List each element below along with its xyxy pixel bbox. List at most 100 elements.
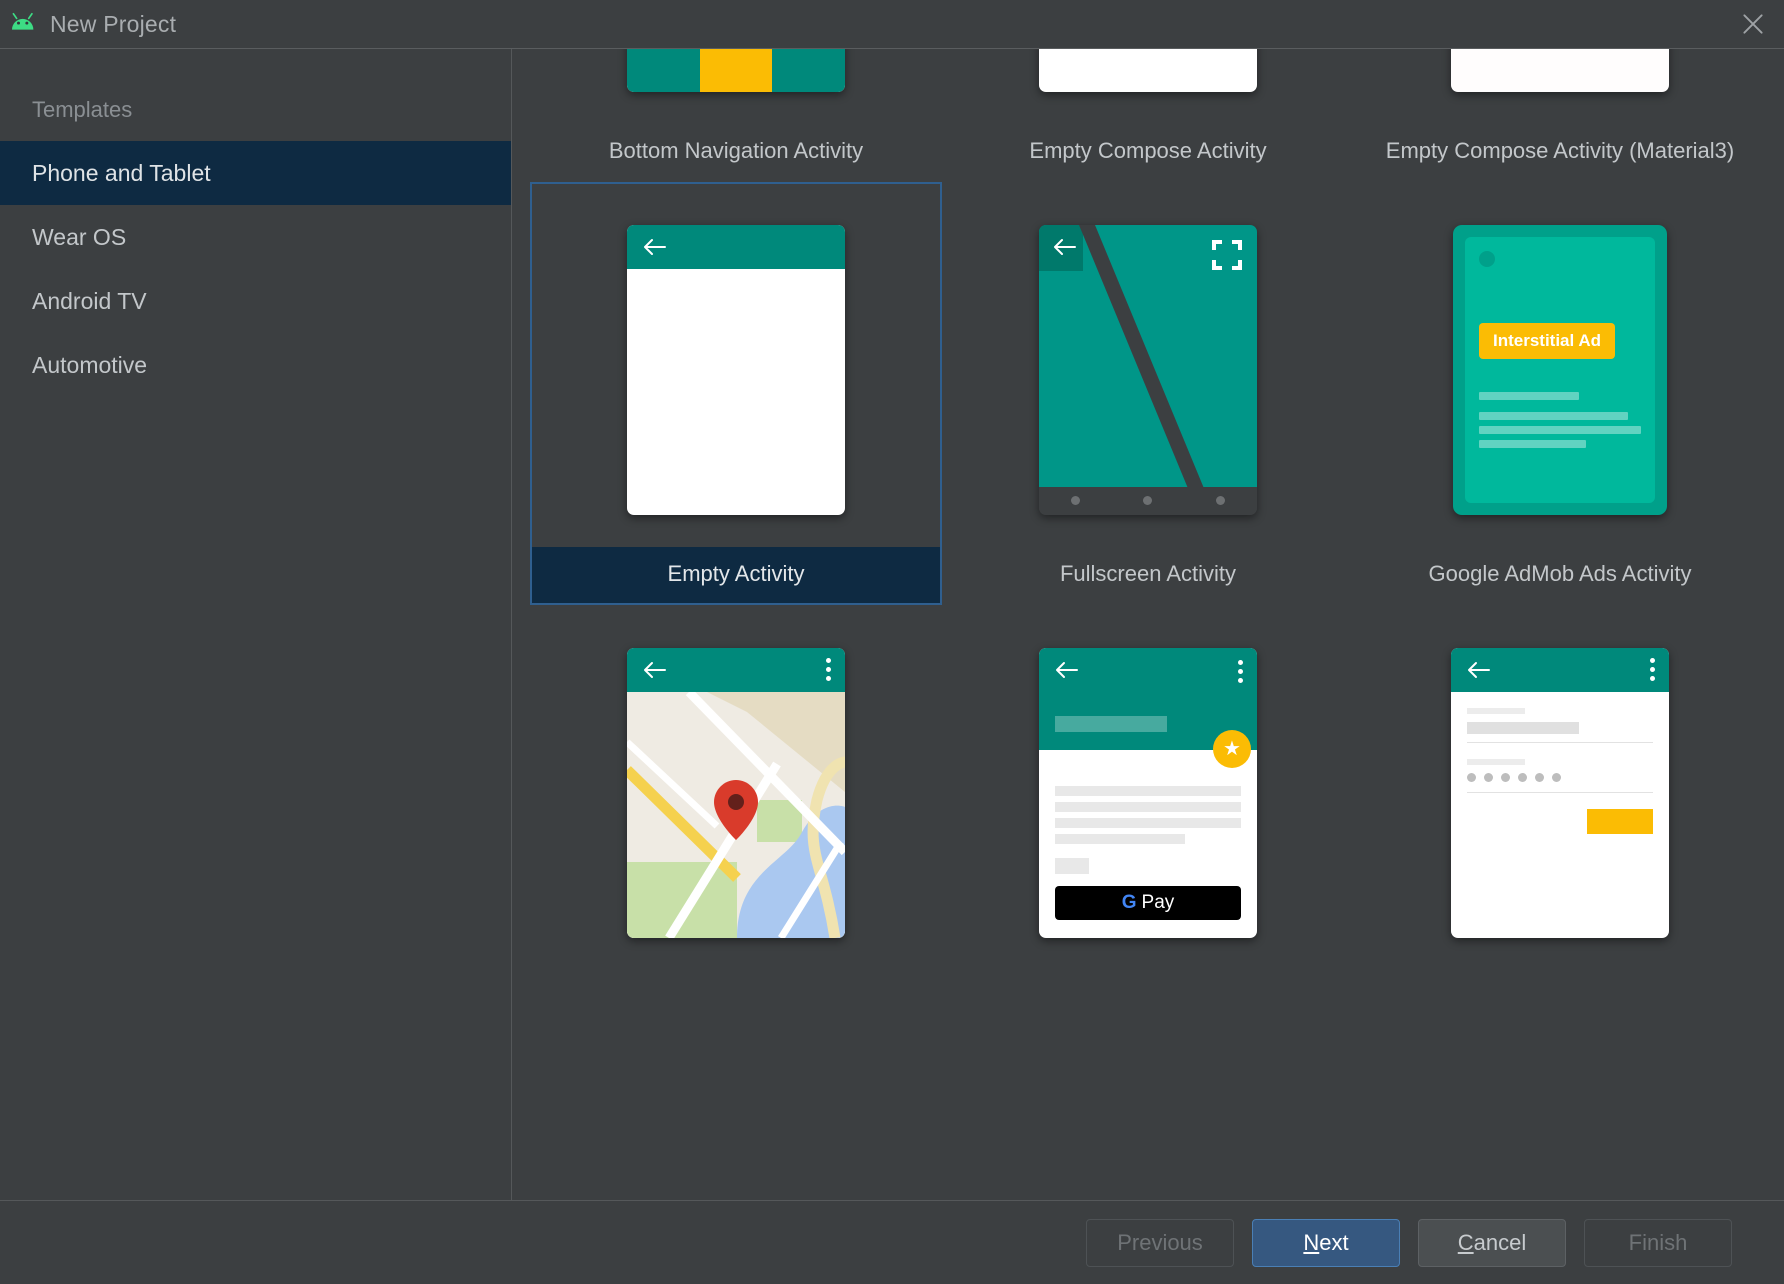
gpay-button-label: Pay xyxy=(1142,892,1175,914)
previous-button-label: Previous xyxy=(1117,1230,1203,1256)
login-form-preview xyxy=(1451,692,1669,834)
template-card-fullscreen-activity[interactable]: Fullscreen Activity xyxy=(942,182,1354,605)
sidebar-item-phone-and-tablet[interactable]: Phone and Tablet xyxy=(0,141,511,205)
placeholder-line xyxy=(1055,802,1241,812)
bottom-navigation-preview xyxy=(627,49,845,92)
admob-screen: Interstitial Ad xyxy=(1465,237,1655,503)
template-thumbnail: ★ G Pay xyxy=(942,615,1354,970)
navbar-dot xyxy=(1071,496,1080,505)
android-robot-icon xyxy=(10,11,40,37)
template-label: Empty Activity xyxy=(530,547,942,605)
dialog-title: New Project xyxy=(50,11,176,38)
close-icon[interactable] xyxy=(1722,0,1784,48)
sidebar-item-label: Android TV xyxy=(32,288,147,315)
back-arrow-icon xyxy=(641,660,667,680)
bottom-nav-segment xyxy=(627,49,700,92)
field-underline xyxy=(1467,742,1653,743)
next-button-label: ext xyxy=(1319,1230,1348,1256)
bottom-nav-bar xyxy=(627,49,845,92)
star-fab-icon: ★ xyxy=(1213,730,1251,768)
dialog-footer: Previous Next Cancel Finish xyxy=(0,1200,1784,1284)
bottom-nav-segment-active xyxy=(700,49,773,92)
template-thumbnail: Interstitial Ad xyxy=(1354,192,1766,547)
sidebar-item-label: Automotive xyxy=(32,352,147,379)
field-label-placeholder xyxy=(1467,708,1525,714)
preview-appbar xyxy=(1451,648,1669,692)
cancel-button[interactable]: Cancel xyxy=(1418,1219,1566,1267)
google-pay-button: G Pay xyxy=(1055,886,1241,920)
back-arrow-icon xyxy=(641,237,667,257)
username-field-placeholder xyxy=(1467,722,1579,734)
template-label xyxy=(942,970,1354,1002)
overflow-menu-icon xyxy=(1649,658,1655,681)
sign-in-button-placeholder xyxy=(1587,809,1653,834)
field-underline xyxy=(1467,792,1653,793)
next-button[interactable]: Next xyxy=(1252,1219,1400,1267)
templates-sidebar: Templates Phone and Tablet Wear OS Andro… xyxy=(0,49,512,1200)
template-thumbnail xyxy=(1354,615,1766,970)
template-card-google-maps-activity[interactable] xyxy=(530,605,942,1002)
template-card-empty-compose-activity-material3[interactable]: ✦ Empty Compose Activity (Material3) xyxy=(1354,49,1766,182)
placeholder-line xyxy=(1479,392,1579,400)
dialog-body: Templates Phone and Tablet Wear OS Andro… xyxy=(0,49,1784,1200)
cancel-button-mnemonic: C xyxy=(1458,1230,1474,1256)
template-thumbnail xyxy=(530,49,942,124)
template-label: Google AdMob Ads Activity xyxy=(1354,547,1766,605)
placeholder-line xyxy=(1055,786,1241,796)
gpay-title-chip xyxy=(1055,716,1167,732)
back-arrow-icon xyxy=(1465,660,1491,680)
template-card-empty-compose-activity[interactable]: Empty Compose Activity xyxy=(942,49,1354,182)
sidebar-header: Templates xyxy=(0,79,511,141)
overflow-menu-icon xyxy=(1237,660,1243,683)
dialog-titlebar: New Project xyxy=(0,0,1784,49)
template-thumbnail xyxy=(942,49,1354,124)
fullscreen-navbar xyxy=(1039,487,1257,515)
template-card-login-activity[interactable] xyxy=(1354,605,1766,1002)
sidebar-item-automotive[interactable]: Automotive xyxy=(0,333,511,397)
navbar-dot xyxy=(1216,496,1225,505)
fullscreen-activity-preview xyxy=(1039,225,1257,515)
finish-button[interactable]: Finish xyxy=(1584,1219,1732,1267)
overflow-menu-icon xyxy=(825,658,831,681)
map-canvas xyxy=(627,692,845,938)
template-thumbnail: ✦ xyxy=(1354,49,1766,124)
template-label xyxy=(1354,970,1766,1002)
template-card-google-admob-ads-activity[interactable]: Interstitial Ad Google AdMob Ads Activit… xyxy=(1354,182,1766,605)
back-arrow-icon xyxy=(1053,660,1079,680)
close-glyph xyxy=(1740,11,1766,37)
login-activity-preview xyxy=(1451,648,1669,938)
template-label: Empty Compose Activity xyxy=(942,124,1354,182)
admob-avatar-dot-icon xyxy=(1479,251,1495,267)
template-card-bottom-navigation-activity[interactable]: Bottom Navigation Activity xyxy=(530,49,942,182)
placeholder-line xyxy=(1055,818,1241,828)
sidebar-item-label: Phone and Tablet xyxy=(32,160,211,187)
previous-button[interactable]: Previous xyxy=(1086,1219,1234,1267)
finish-button-label: Finish xyxy=(1629,1230,1688,1256)
template-label: Fullscreen Activity xyxy=(942,547,1354,605)
admob-placeholder-lines xyxy=(1479,392,1641,454)
template-thumbnail xyxy=(942,192,1354,547)
template-label: Bottom Navigation Activity xyxy=(530,124,942,182)
field-label-placeholder xyxy=(1467,759,1525,765)
template-card-empty-activity[interactable]: Empty Activity xyxy=(530,182,942,605)
template-thumbnail xyxy=(530,615,942,970)
placeholder-line xyxy=(1055,834,1185,844)
new-project-dialog: New Project Templates Phone and Tablet W… xyxy=(0,0,1784,1284)
cancel-button-label: ancel xyxy=(1474,1230,1527,1256)
password-dots-icon xyxy=(1467,773,1653,782)
template-label: Empty Compose Activity (Material3) xyxy=(1354,124,1766,182)
google-pay-preview: ★ G Pay xyxy=(1039,648,1257,938)
sidebar-item-wear-os[interactable]: Wear OS xyxy=(0,205,511,269)
fullscreen-expand-icon xyxy=(1211,239,1243,271)
sidebar-item-label: Wear OS xyxy=(32,224,126,251)
compose-material3-preview: ✦ xyxy=(1451,49,1669,92)
google-g-icon: G xyxy=(1122,893,1137,912)
sidebar-item-android-tv[interactable]: Android TV xyxy=(0,269,511,333)
template-grid-scroll-area[interactable]: Bottom Navigation Activity xyxy=(512,49,1784,1200)
map-illustration-icon xyxy=(627,692,845,938)
template-card-google-pay-activity[interactable]: ★ G Pay xyxy=(942,605,1354,1002)
empty-activity-preview xyxy=(627,225,845,515)
template-label xyxy=(530,970,942,1002)
admob-preview: Interstitial Ad xyxy=(1453,225,1667,515)
interstitial-ad-button: Interstitial Ad xyxy=(1479,323,1615,359)
